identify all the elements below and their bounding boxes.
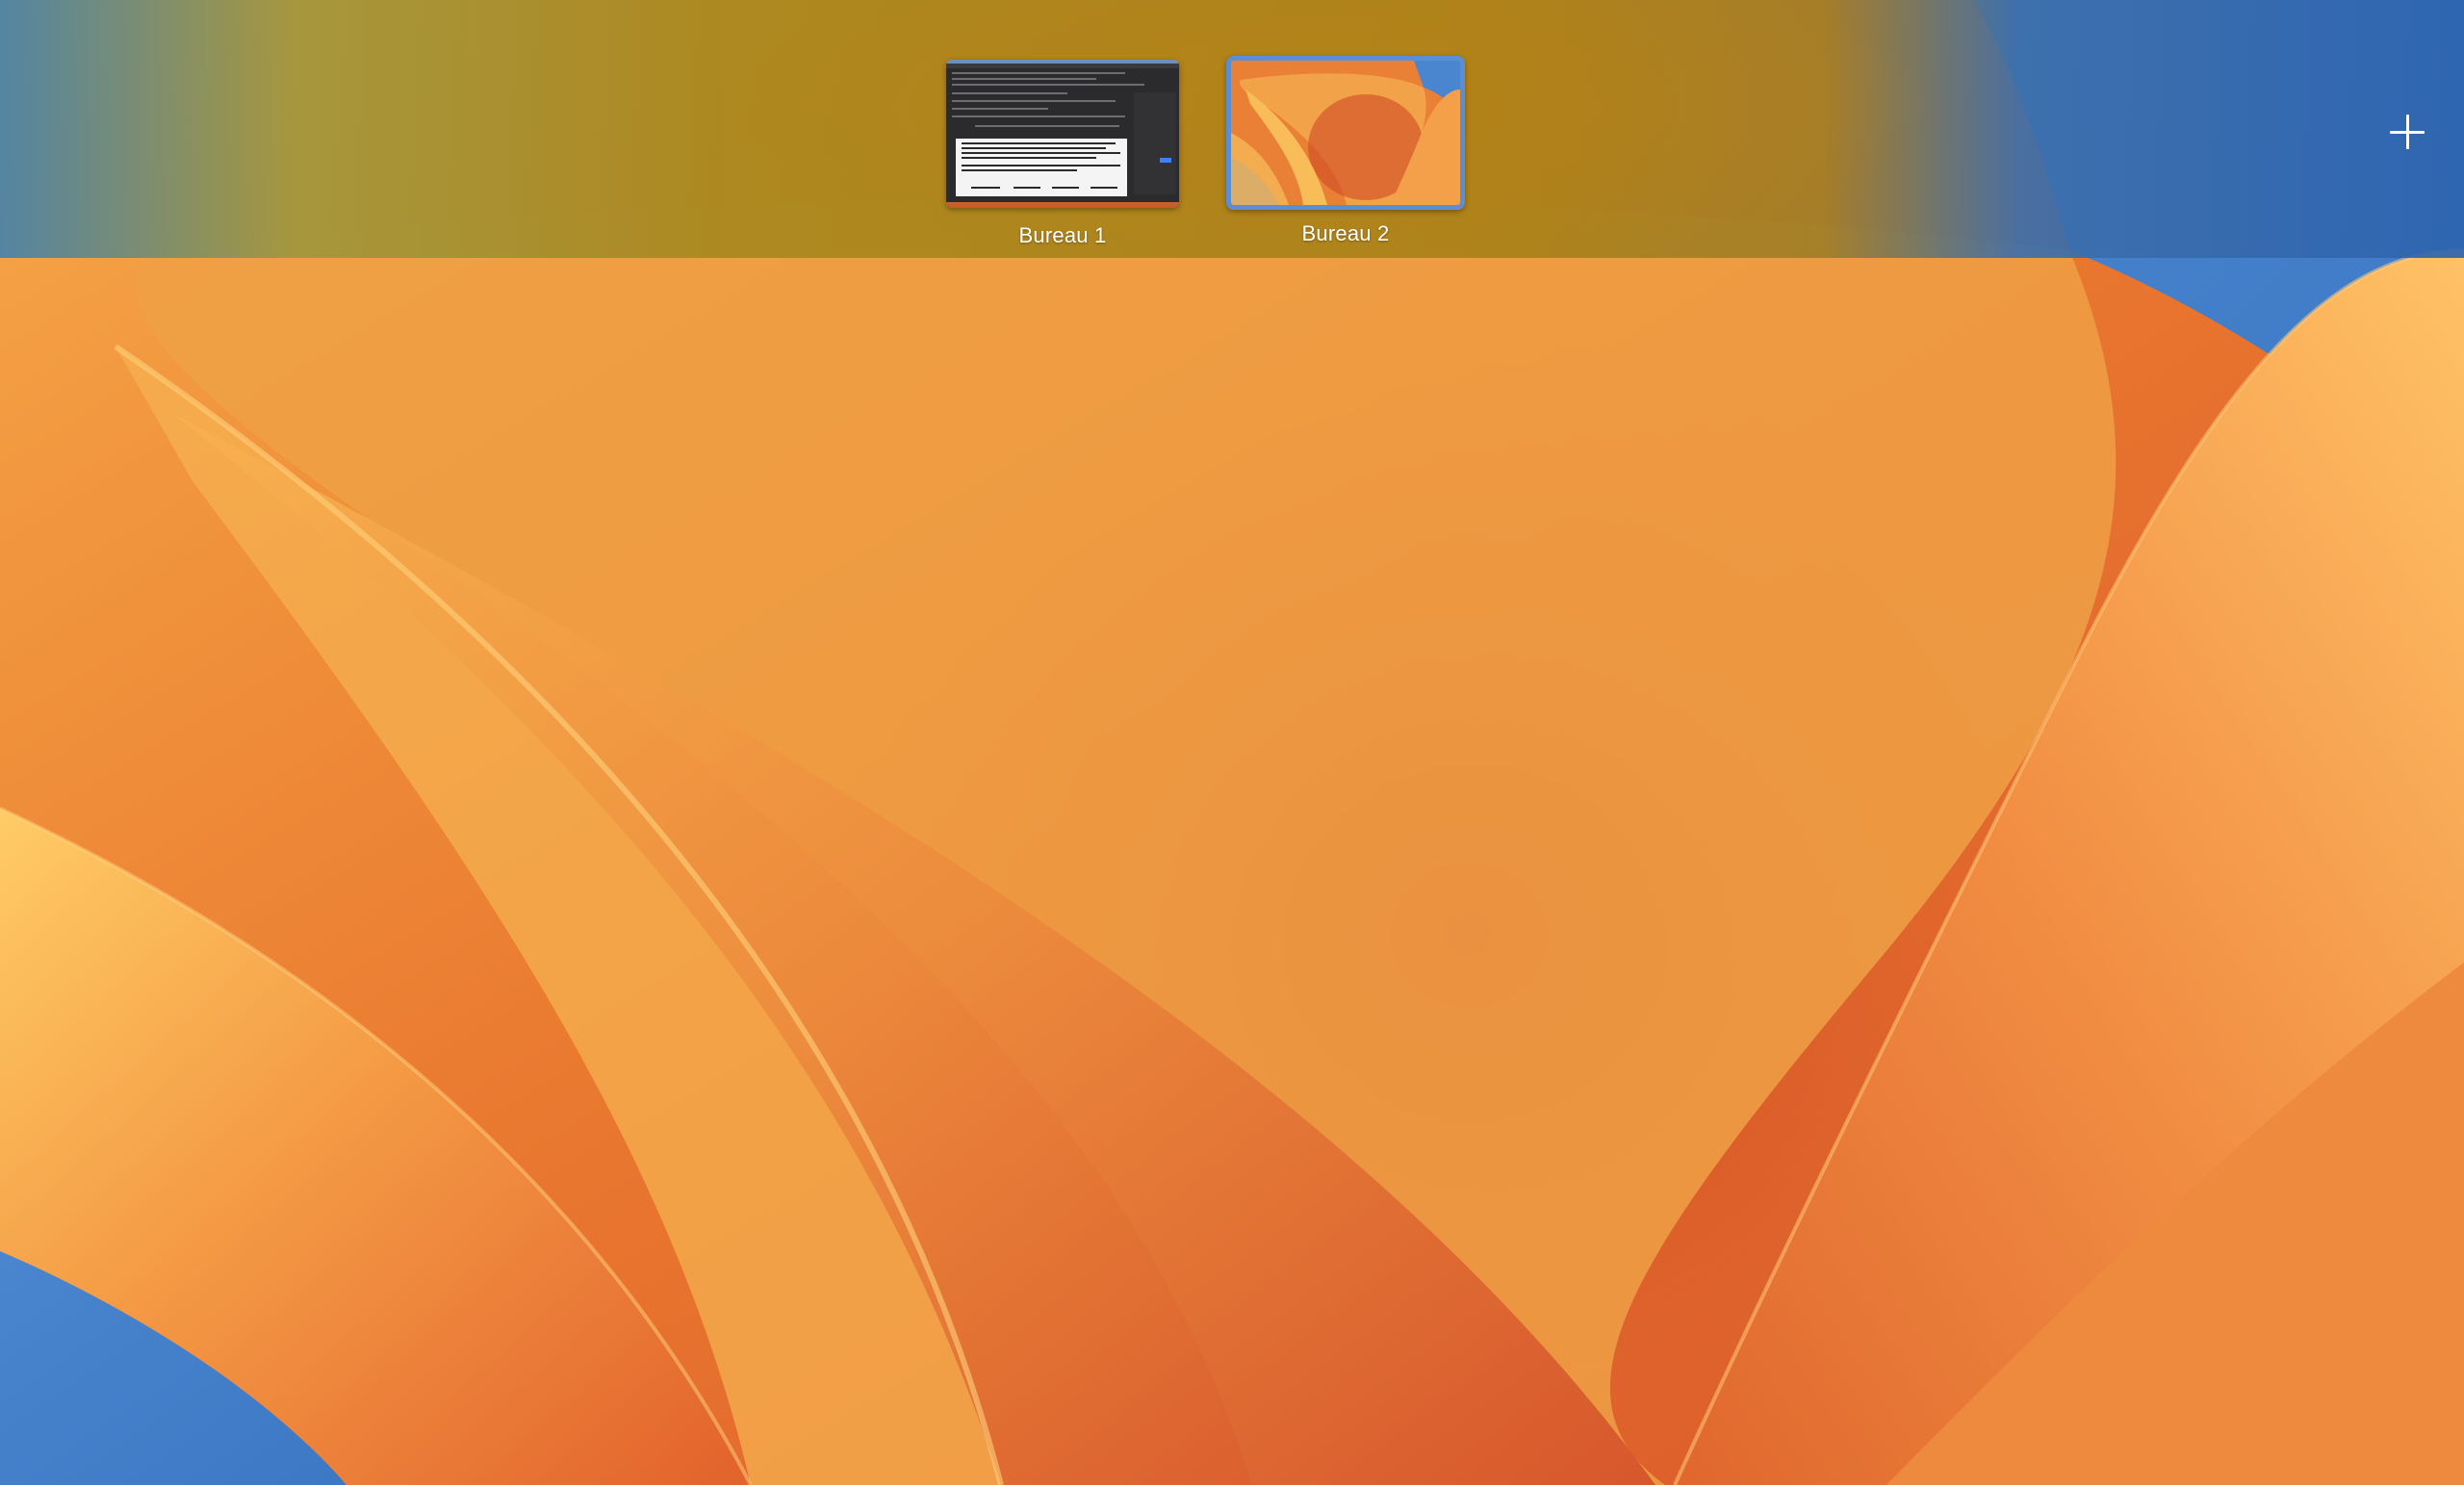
thumbnail-text-line xyxy=(1052,187,1079,189)
thumbnail-toolbar-line xyxy=(952,115,1125,117)
thumbnail-text-line xyxy=(962,169,1077,171)
space-label[interactable]: Bureau 1 xyxy=(908,223,1218,248)
thumbnail-text-line xyxy=(962,142,1116,144)
thumbnail-document-page xyxy=(956,139,1127,196)
thumbnail-button xyxy=(1160,158,1171,163)
space-thumbnail[interactable] xyxy=(946,60,1179,208)
thumbnail-text-line xyxy=(962,152,1120,154)
thumbnail-toolbar-line xyxy=(952,72,1125,74)
thumbnail-text-line xyxy=(962,157,1096,159)
thumbnail-window xyxy=(946,64,1179,202)
thumbnail-toolbar-line xyxy=(952,78,1096,80)
thumbnail-toolbar-line xyxy=(952,100,1116,102)
spaces-bar: Bureau 1 Bureau 2 xyxy=(0,0,2464,258)
add-space-button[interactable] xyxy=(2388,113,2426,151)
thumbnail-wallpaper xyxy=(1231,61,1460,205)
thumbnail-sidebar xyxy=(1134,92,1176,194)
space-label[interactable]: Bureau 2 xyxy=(1191,221,1501,246)
space-thumbnail-selected[interactable] xyxy=(1226,56,1465,210)
thumbnail-text-line xyxy=(962,147,1106,149)
thumbnail-toolbar-line xyxy=(975,125,1119,127)
thumbnail-menubar xyxy=(946,64,1179,68)
space-bureau-2[interactable]: Bureau 2 xyxy=(1226,56,1465,245)
thumbnail-toolbar-line xyxy=(952,108,1048,110)
mission-control-screen: Bureau 1 Bureau 2 xyxy=(0,0,2464,1485)
space-bureau-1[interactable]: Bureau 1 xyxy=(946,60,1179,247)
thumbnail-text-line xyxy=(1014,187,1040,189)
thumbnail-toolbar-line xyxy=(952,92,1067,94)
thumbnail-text-line xyxy=(1091,187,1117,189)
thumbnail-text-line xyxy=(971,187,1000,189)
thumbnail-text-line xyxy=(962,165,1120,166)
thumbnail-toolbar-line xyxy=(952,84,1144,86)
